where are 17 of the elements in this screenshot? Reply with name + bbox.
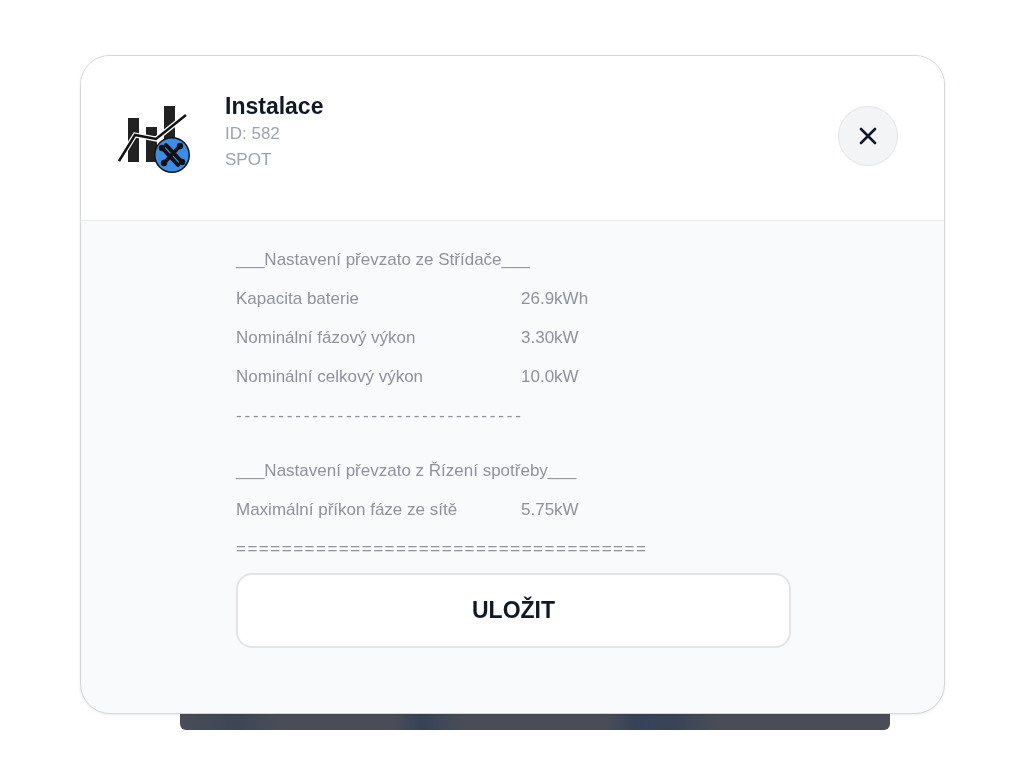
close-icon [859,127,877,145]
dialog-title: Instalace [225,92,324,121]
field-label: Kapacita baterie [236,288,360,309]
field-label: Nominální fázový výkon [236,327,417,348]
section-heading: ___Nastavení převzato z Řízení spotřeby___ [236,460,577,481]
field-label: Nominální celkový výkon [236,366,425,387]
field-label: Maximální příkon fáze ze sítě [236,499,459,520]
field-value: 10.0kW [521,366,579,387]
save-button[interactable]: ULOŽIT [236,573,791,648]
text-separator: ==================================== [236,538,648,559]
field-value: 3.30kW [521,327,579,348]
section-heading: ___Nastavení převzato ze Střídače___ [236,249,530,270]
field-value: 5.75kW [521,499,579,520]
text-separator: ---------------------------------- [236,405,524,426]
installation-id: ID: 582 [225,123,280,145]
installation-subtitle: SPOT [225,149,272,171]
field-value: 26.9kWh [521,288,589,309]
